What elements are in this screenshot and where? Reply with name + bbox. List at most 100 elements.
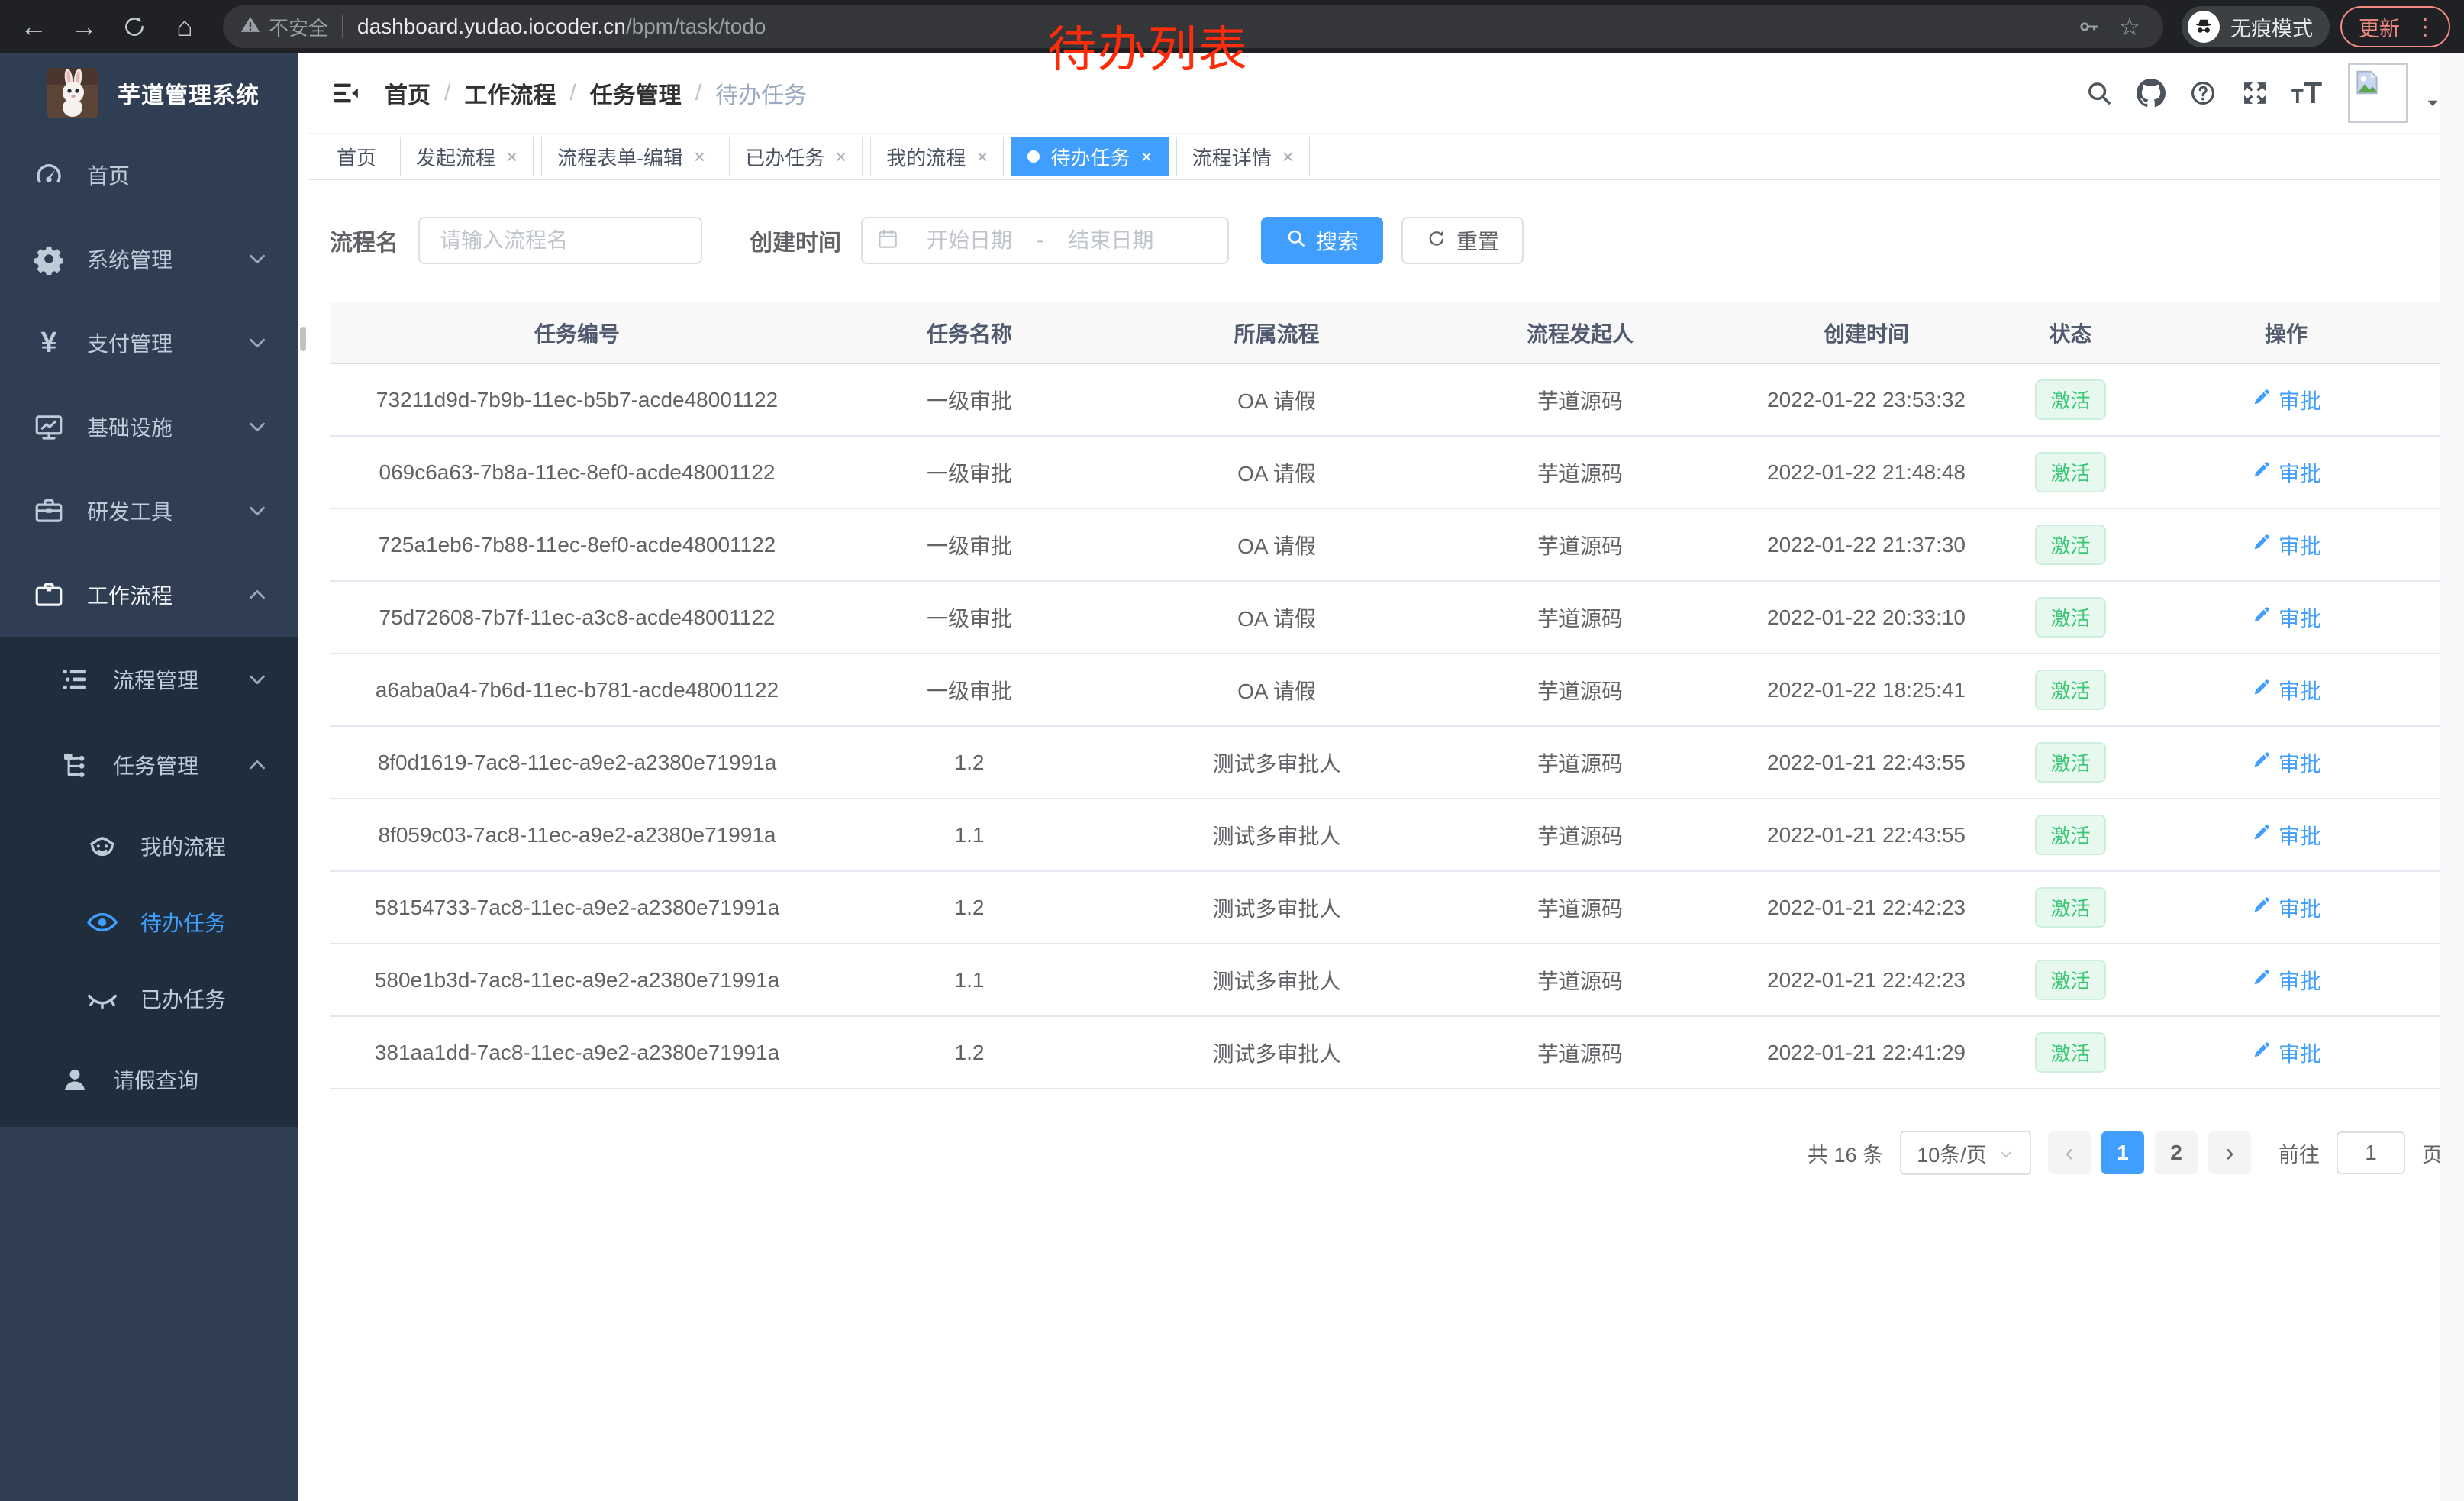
- cell-id: 73211d9d-7b9b-11ec-b5b7-acde48001122: [330, 363, 824, 436]
- next-page-button[interactable]: ›: [2208, 1131, 2251, 1174]
- task-table: 任务编号任务名称所属流程流程发起人创建时间状态操作 73211d9d-7b9b-…: [330, 302, 2443, 1089]
- tab-label: 流程详情: [1192, 143, 1272, 171]
- prev-page-button[interactable]: ‹: [2048, 1131, 2091, 1174]
- reset-button[interactable]: 重置: [1401, 217, 1524, 264]
- sidebar-item-todo-task[interactable]: 待办任务: [0, 884, 298, 960]
- security-badge[interactable]: 不安全: [240, 13, 328, 41]
- close-icon[interactable]: ×: [835, 147, 847, 166]
- sidebar-item-task-mgmt[interactable]: 任务管理: [0, 722, 298, 808]
- sidebar-item-process-mgmt[interactable]: 流程管理: [0, 637, 298, 722]
- approve-link[interactable]: 审批: [2251, 602, 2321, 633]
- sidebar-item-workflow[interactable]: 工作流程: [0, 553, 298, 637]
- close-icon[interactable]: ×: [976, 147, 988, 166]
- cell-process: OA 请假: [1114, 654, 1439, 726]
- approve-link[interactable]: 审批: [2251, 747, 2321, 778]
- cell-process: OA 请假: [1114, 508, 1439, 581]
- cell-action: 审批: [2130, 654, 2443, 726]
- tab-start-process[interactable]: 发起流程×: [400, 137, 534, 176]
- sidebar-item-dev-tools[interactable]: 研发工具: [0, 469, 298, 553]
- approve-link[interactable]: 审批: [2251, 457, 2321, 488]
- approve-link[interactable]: 审批: [2251, 530, 2321, 560]
- breadcrumb-item[interactable]: 首页: [385, 76, 431, 110]
- cell-action: 审批: [2130, 726, 2443, 799]
- sidebar-item-payment-mgmt[interactable]: ¥支付管理: [0, 301, 298, 385]
- cell-created: 2022-01-22 21:48:48: [1721, 436, 2011, 508]
- font-size-icon[interactable]: TT: [2285, 72, 2328, 115]
- cell-status: 激活: [2011, 871, 2130, 944]
- breadcrumb-item[interactable]: 任务管理: [590, 76, 682, 110]
- help-icon[interactable]: [2182, 72, 2224, 115]
- page-size-select[interactable]: 10条/页: [1900, 1131, 2031, 1175]
- cell-status: 激活: [2011, 726, 2130, 799]
- search-icon[interactable]: [2078, 72, 2121, 115]
- approve-link[interactable]: 审批: [2251, 893, 2321, 923]
- sidebar-logo[interactable]: 芋道管理系统: [0, 53, 298, 133]
- tab-process-detail[interactable]: 流程详情 ×: [1176, 137, 1310, 176]
- tab-done-task[interactable]: 已办任务×: [729, 137, 863, 176]
- cell-name: 一级审批: [824, 436, 1114, 508]
- sidebar-item-label: 工作流程: [87, 579, 173, 610]
- page-button-2[interactable]: 2: [2155, 1131, 2198, 1174]
- search-button[interactable]: 搜索: [1261, 217, 1383, 264]
- process-list-icon: [56, 661, 93, 698]
- table-body: 73211d9d-7b9b-11ec-b5b7-acde48001122一级审批…: [330, 363, 2443, 1089]
- tab-todo-task[interactable]: 待办任务×: [1011, 137, 1168, 176]
- browser-menu-icon[interactable]: ⋮: [2414, 14, 2437, 40]
- fullscreen-icon[interactable]: [2233, 72, 2276, 115]
- approve-link[interactable]: 审批: [2251, 1038, 2321, 1068]
- hamburger-icon[interactable]: [328, 76, 363, 111]
- table-row: 8f059c03-7ac8-11ec-a9e2-a2380e71991a1.1测…: [330, 799, 2443, 871]
- tabs-bar: 首页发起流程×流程表单-编辑×已办任务×我的流程×待办任务×流程详情×: [308, 133, 2464, 180]
- tab-label: 我的流程: [886, 143, 966, 171]
- end-date-input[interactable]: [1050, 228, 1172, 253]
- start-date-input[interactable]: [908, 228, 1030, 253]
- breadcrumb-item[interactable]: 工作流程: [464, 76, 556, 110]
- cell-process: OA 请假: [1114, 363, 1439, 436]
- toolbox-icon: [31, 492, 67, 529]
- forward-button[interactable]: →: [64, 7, 104, 47]
- avatar[interactable]: [2348, 63, 2408, 123]
- approve-link[interactable]: 审批: [2251, 820, 2321, 851]
- edit-pen-icon: [2251, 967, 2272, 993]
- edit-pen-icon: [2251, 386, 2272, 413]
- sidebar-item-leave-query[interactable]: 请假查询: [0, 1037, 298, 1122]
- date-range-picker[interactable]: -: [861, 217, 1229, 264]
- sidebar-item-done-task[interactable]: 已办任务: [0, 960, 298, 1037]
- reload-button[interactable]: [114, 7, 154, 47]
- tab-form-edit[interactable]: 流程表单-编辑×: [541, 137, 721, 176]
- bookmark-star-icon[interactable]: ☆: [2113, 10, 2146, 44]
- process-name-input[interactable]: [418, 217, 702, 264]
- sidebar-item-my-process[interactable]: 我的流程: [0, 808, 298, 884]
- cell-starter: 芋道源码: [1439, 436, 1721, 508]
- approve-link[interactable]: 审批: [2251, 965, 2321, 996]
- tab-home[interactable]: 首页: [321, 137, 392, 176]
- close-icon[interactable]: ×: [1141, 147, 1153, 166]
- dashboard-icon: [31, 157, 67, 193]
- github-icon[interactable]: [2130, 72, 2172, 115]
- sidebar-item-system-mgmt[interactable]: 系统管理: [0, 217, 298, 301]
- home-button[interactable]: ⌂: [165, 7, 205, 47]
- scrollbar-thumb[interactable]: [300, 327, 306, 351]
- sidebar-item-home[interactable]: 首页: [0, 133, 298, 217]
- page-button-1[interactable]: 1: [2101, 1131, 2144, 1174]
- cell-created: 2022-01-21 22:42:23: [1721, 871, 2011, 944]
- sidebar-item-infrastructure[interactable]: 基础设施: [0, 385, 298, 469]
- sidebar: 芋道管理系统 首页系统管理¥支付管理基础设施研发工具工作流程流程管理任务管理我的…: [0, 53, 298, 1501]
- approve-link[interactable]: 审批: [2251, 675, 2321, 705]
- approve-link[interactable]: 审批: [2251, 385, 2321, 415]
- breadcrumb: 首页/工作流程/任务管理/待办任务: [385, 76, 807, 110]
- key-icon[interactable]: [2072, 10, 2105, 44]
- sidebar-scrollbar[interactable]: [298, 53, 308, 1501]
- back-button[interactable]: ←: [14, 7, 53, 47]
- table-row: 580e1b3d-7ac8-11ec-a9e2-a2380e71991a1.1测…: [330, 944, 2443, 1016]
- calendar-icon: [876, 228, 902, 253]
- close-icon[interactable]: ×: [694, 147, 705, 166]
- update-button[interactable]: 更新 ⋮: [2340, 6, 2450, 47]
- date-range-separator: -: [1037, 228, 1043, 253]
- close-icon[interactable]: ×: [1282, 147, 1294, 166]
- goto-page-input[interactable]: [2337, 1131, 2405, 1174]
- close-icon[interactable]: ×: [506, 147, 518, 166]
- cell-action: 审批: [2130, 799, 2443, 871]
- tab-my-process[interactable]: 我的流程 ×: [870, 137, 1004, 176]
- cell-status: 激活: [2011, 363, 2130, 436]
